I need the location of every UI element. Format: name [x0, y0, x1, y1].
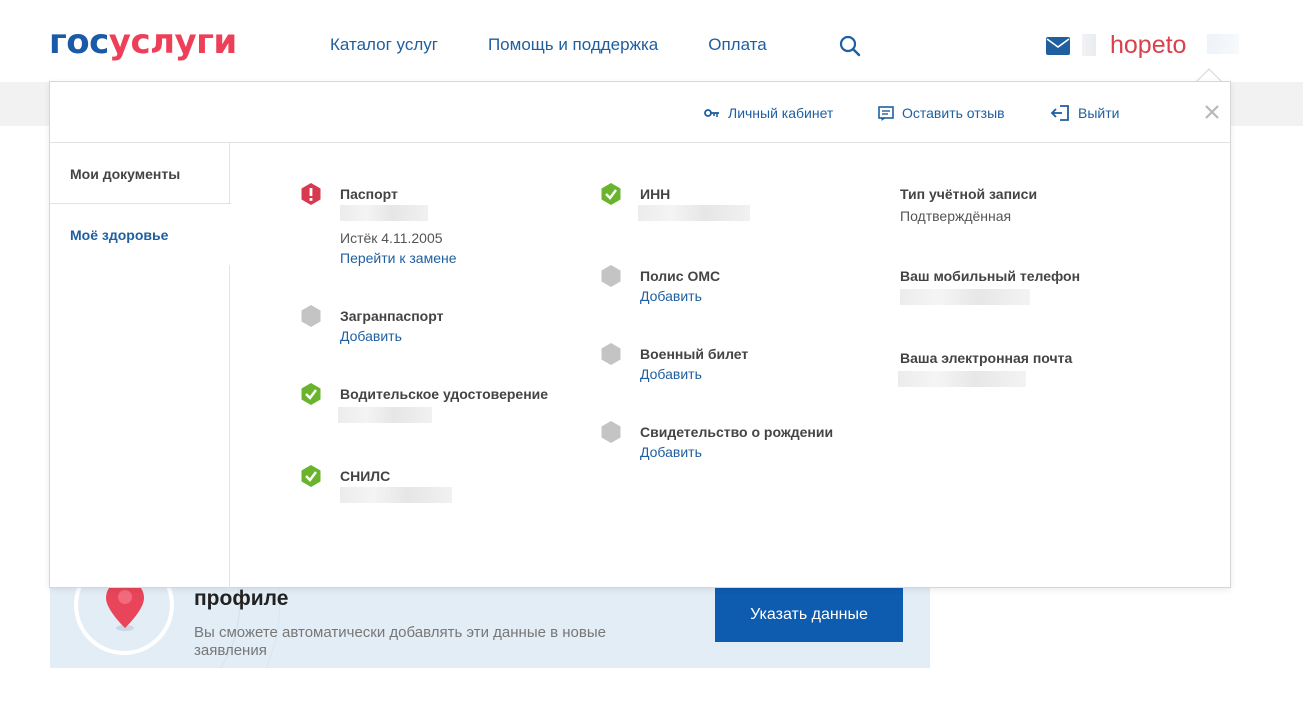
gosuslugi-logo[interactable]: госуслуги [49, 22, 237, 62]
banner-text: Вы сможете автоматически добавлять эти д… [194, 624, 606, 659]
logout-icon [1050, 105, 1069, 121]
empty-doc-icon [301, 305, 321, 327]
main-nav: Каталог услуг Помощь и поддержка Оплата [330, 34, 817, 56]
check-icon [301, 383, 321, 405]
logout-link[interactable]: Выйти [1050, 104, 1119, 122]
military-add-link[interactable]: Добавить [640, 365, 702, 383]
empty-doc-icon [601, 343, 621, 365]
leave-feedback-link[interactable]: Оставить отзыв [878, 104, 1005, 122]
check-icon [301, 465, 321, 487]
personal-cabinet-link[interactable]: Личный кабинет [704, 104, 833, 122]
sidebar-item-health[interactable]: Моё здоровье [50, 203, 231, 265]
feedback-icon [878, 106, 894, 121]
blurred-inn-number [638, 205, 750, 221]
email: Ваша электронная почта [898, 349, 1072, 387]
oms-add-link[interactable]: Добавить [640, 287, 702, 305]
passport-expired: Истёк 4.11.2005 [340, 230, 443, 246]
mail-icon[interactable] [1046, 37, 1070, 55]
blurred-snils-number [340, 487, 452, 503]
banner-title: профиле [194, 587, 289, 610]
birth-add-link[interactable]: Добавить [640, 443, 702, 461]
zagran-add-link[interactable]: Добавить [340, 327, 402, 345]
passport-replace-link[interactable]: Перейти к замене [340, 249, 457, 267]
blurred-email [898, 371, 1026, 387]
empty-doc-icon [601, 421, 621, 443]
nav-payment[interactable]: Оплата [708, 34, 766, 56]
sidebar-item-documents[interactable]: Мои документы [50, 165, 230, 203]
header: госуслуги Каталог услуг Помощь и поддерж… [0, 0, 1303, 82]
specify-data-button[interactable]: Указать данные [715, 588, 903, 642]
mobile-phone: Ваш мобильный телефон [900, 267, 1080, 305]
blurred-driver-number [338, 407, 432, 423]
panel-toolbar: Личный кабинет Оставить отзыв Выйти [50, 82, 1230, 143]
check-icon [601, 183, 621, 205]
search-icon[interactable] [838, 34, 862, 58]
empty-doc-icon [601, 265, 621, 287]
blurred-avatar[interactable] [1207, 34, 1239, 54]
error-icon [301, 183, 321, 205]
panel-sidebar: Мои документы Моё здоровье [50, 143, 231, 588]
close-icon[interactable] [1204, 104, 1220, 120]
username[interactable]: hopeto [1110, 30, 1186, 60]
blurred-passport-number [340, 205, 428, 221]
account-type: Тип учётной записи Подтверждённая [900, 186, 1038, 224]
blurred-phone [900, 289, 1030, 305]
nav-help[interactable]: Помощь и поддержка [488, 34, 658, 56]
key-icon [704, 109, 719, 117]
profile-dropdown: Личный кабинет Оставить отзыв Выйти Мои … [49, 81, 1231, 588]
blurred-notifications [1082, 34, 1096, 56]
nav-catalog[interactable]: Каталог услуг [330, 34, 438, 56]
